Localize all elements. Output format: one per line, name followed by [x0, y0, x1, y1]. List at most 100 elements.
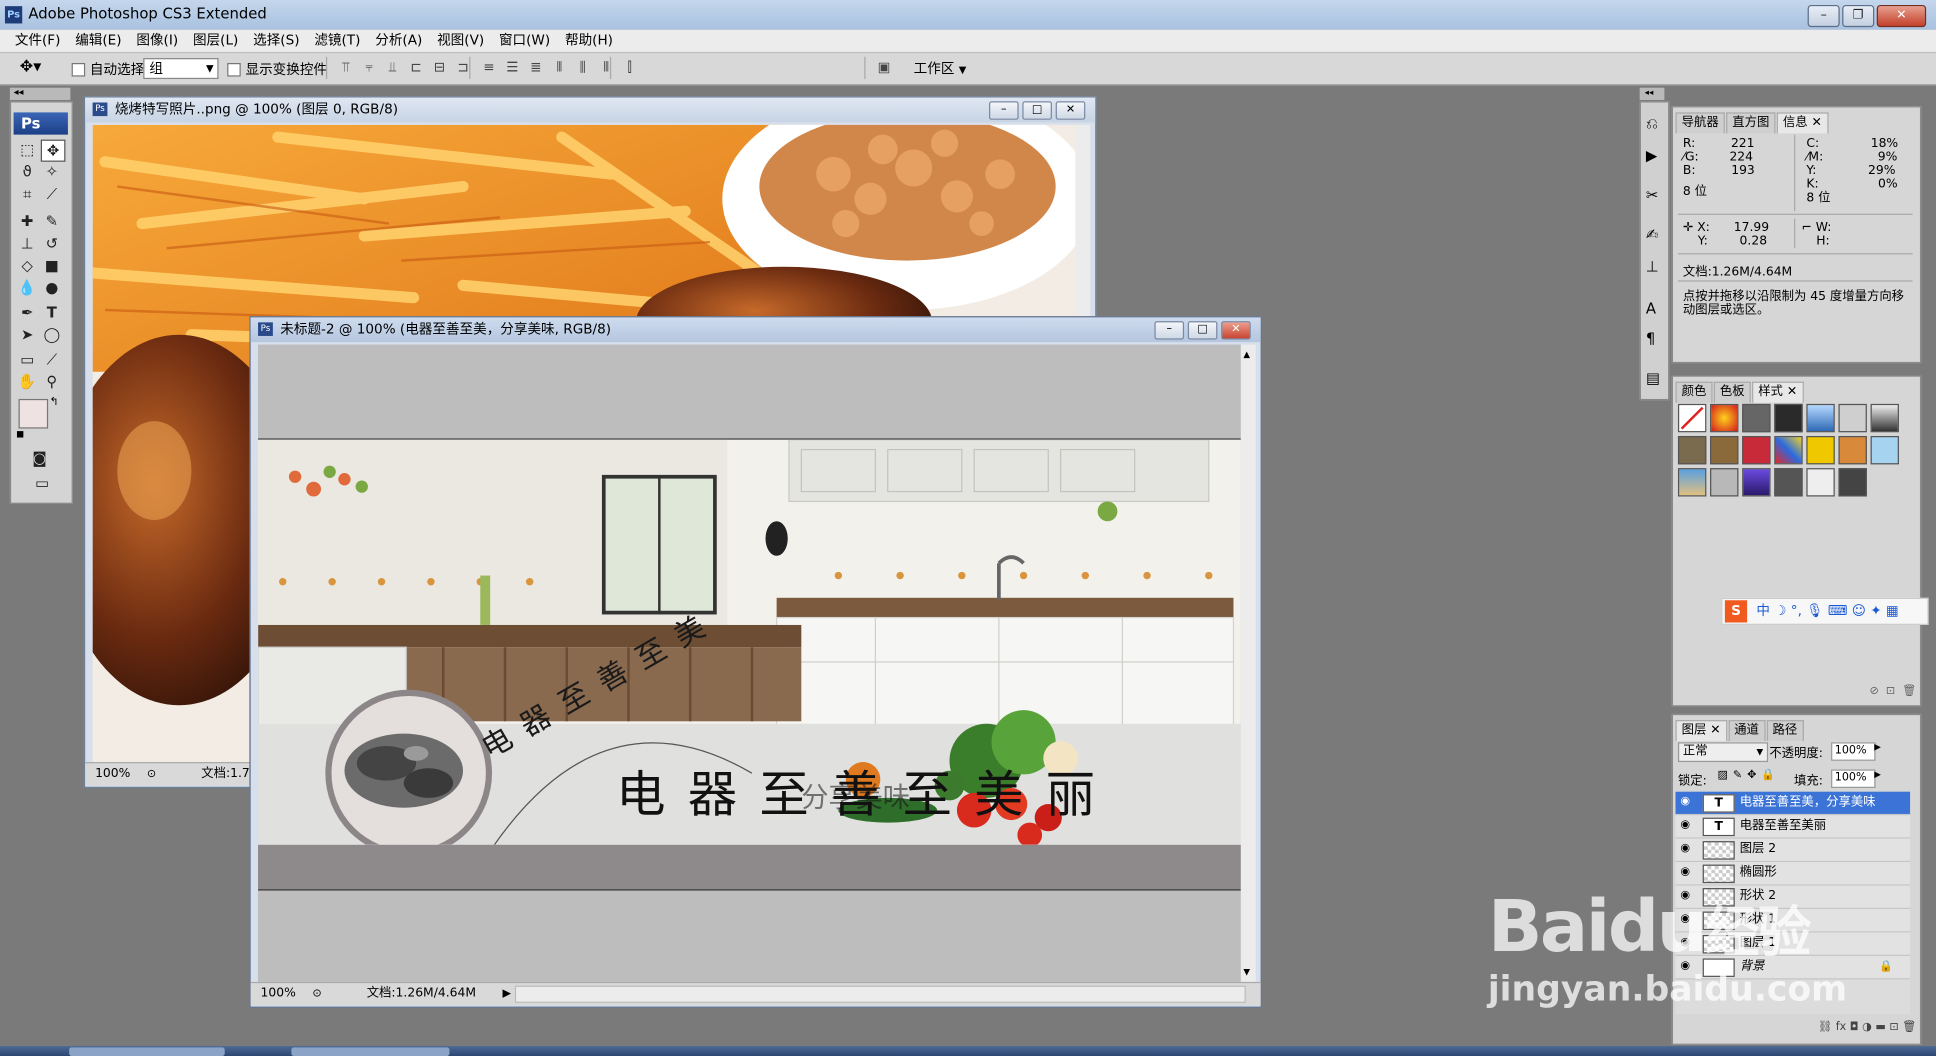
menu-file[interactable]: 文件(F)	[7, 30, 67, 52]
delete-layer-icon[interactable]: 🗑	[1902, 1021, 1916, 1033]
tab-info[interactable]: 信息 ✕	[1776, 112, 1829, 134]
skin-icon[interactable]: ✦	[1870, 603, 1881, 619]
style-swatch[interactable]	[1742, 435, 1771, 465]
doc2-vertical-scrollbar[interactable]: ▲ ▼	[1240, 344, 1256, 982]
menu-help[interactable]: 帮助(H)	[558, 30, 621, 52]
blend-mode-select[interactable]: 正常 ▼	[1677, 742, 1769, 763]
style-swatch[interactable]	[1710, 435, 1739, 465]
distribute-top-icon[interactable]: ≡	[479, 59, 499, 76]
tab-navigator[interactable]: 导航器	[1675, 112, 1725, 134]
ime-mode[interactable]: 中	[1756, 603, 1770, 619]
eye-icon[interactable]: ◉	[1680, 866, 1692, 877]
align-hcenter-icon[interactable]: ⊟	[430, 59, 450, 76]
doc2-horizontal-scrollbar[interactable]	[514, 985, 1246, 1003]
link-layers-icon[interactable]: ⛓	[1818, 1021, 1832, 1033]
shape-tool-icon[interactable]: ◯	[41, 325, 63, 345]
style-swatch[interactable]	[1774, 468, 1803, 497]
lock-image-icon[interactable]: ✎	[1733, 769, 1742, 781]
style-swatch[interactable]	[1870, 403, 1899, 433]
style-swatch[interactable]	[1838, 468, 1867, 497]
bridge-icon[interactable]: ▣	[874, 59, 894, 76]
tab-swatches[interactable]: 色板	[1713, 381, 1751, 403]
pen-tool-icon[interactable]: ✒	[16, 303, 38, 323]
style-swatch[interactable]	[1774, 435, 1803, 465]
doc1-close-button[interactable]: ✕	[1055, 101, 1086, 120]
style-swatch[interactable]	[1742, 468, 1771, 497]
tab-color[interactable]: 颜色	[1675, 381, 1713, 403]
workspace-button[interactable]: 工作区 ▼	[914, 58, 967, 78]
lock-all-icon[interactable]: 🔒	[1761, 769, 1775, 781]
style-swatch[interactable]	[1710, 403, 1739, 433]
align-left-icon[interactable]: ⊏	[406, 59, 426, 76]
layer-comps-icon[interactable]: ▤	[1646, 369, 1660, 386]
fill-slider-arrow-icon[interactable]: ▶	[1874, 769, 1881, 779]
scroll-down-icon[interactable]: ▼	[1243, 967, 1250, 977]
blur-tool-icon[interactable]: 💧	[16, 278, 38, 298]
style-swatch[interactable]	[1677, 468, 1707, 497]
dodge-tool-icon[interactable]: ●	[41, 278, 63, 298]
magic-wand-tool-icon[interactable]: ✧	[41, 162, 63, 182]
doc2-titlebar[interactable]: Ps 未标题-2 @ 100% (电器至善至美，分享美味, RGB/8) – □…	[250, 317, 1261, 343]
crop-tool-icon[interactable]: ⌗	[16, 184, 38, 204]
user-icon[interactable]: ☺	[1852, 603, 1866, 619]
new-layer-icon[interactable]: ⊡	[1889, 1021, 1898, 1033]
history-brush-icon[interactable]: ↺	[41, 233, 63, 253]
auto-select-checkbox[interactable]	[71, 62, 86, 77]
fill-input[interactable]: 100%	[1831, 769, 1876, 788]
menu-window[interactable]: 窗口(W)	[492, 30, 558, 52]
tab-styles[interactable]: 样式 ✕	[1752, 381, 1804, 403]
auto-select-dropdown[interactable]: 组 ▼	[143, 58, 219, 80]
restore-button[interactable]: ❐	[1842, 4, 1875, 28]
clone-stamp-icon[interactable]: ⊥	[16, 233, 38, 253]
gradient-tool-icon[interactable]: ■	[41, 256, 63, 276]
minimize-button[interactable]: –	[1807, 4, 1840, 28]
eye-icon[interactable]: ◉	[1680, 843, 1692, 854]
align-vcenter-icon[interactable]: ⫧	[359, 59, 379, 76]
move-tool-icon[interactable]: ✥	[40, 139, 66, 162]
ime-toolbar[interactable]: S 中 ☽ °, 🎙 ⌨ ☺ ✦ ▦	[1721, 597, 1929, 625]
document-window-2[interactable]: Ps 未标题-2 @ 100% (电器至善至美，分享美味, RGB/8) – □…	[249, 316, 1262, 1008]
moon-icon[interactable]: ☽	[1774, 603, 1786, 619]
style-swatch[interactable]	[1806, 468, 1835, 497]
slice-tool-icon[interactable]: ⟋	[41, 184, 63, 204]
new-style-icon[interactable]: ⊡	[1886, 685, 1895, 697]
menu-select[interactable]: 选择(S)	[246, 30, 307, 52]
eraser-tool-icon[interactable]: ◇	[16, 256, 38, 276]
history-panel-icon[interactable]: ⎌	[1646, 115, 1658, 134]
foreground-color-swatch[interactable]	[18, 398, 49, 429]
taskbar-item[interactable]	[291, 1047, 450, 1056]
show-transform-checkbox[interactable]	[227, 62, 241, 77]
style-swatch[interactable]	[1806, 403, 1835, 433]
doc2-close-button[interactable]: ✕	[1221, 321, 1251, 340]
eye-icon[interactable]: ◉	[1680, 796, 1692, 807]
tab-layers[interactable]: 图层 ✕	[1675, 720, 1727, 742]
align-top-icon[interactable]: ⫪	[336, 59, 356, 76]
brushes-panel-icon[interactable]: ✍	[1646, 226, 1658, 243]
doc2-canvas[interactable]: 电器至善至美 电器至善至美丽 分享美味	[258, 344, 1241, 982]
eye-icon[interactable]: ◉	[1680, 819, 1692, 830]
distribute-vcenter-icon[interactable]: ☰	[503, 59, 523, 76]
tool-presets-icon[interactable]: ✂	[1646, 187, 1658, 204]
adjustment-layer-icon[interactable]: ◑	[1862, 1021, 1872, 1033]
style-swatch[interactable]	[1870, 435, 1899, 465]
actions-panel-icon[interactable]: ▶	[1646, 147, 1657, 164]
lock-transparency-icon[interactable]: ▨	[1717, 769, 1728, 781]
swap-colors-icon[interactable]: ↰	[49, 396, 58, 408]
doc2-zoom[interactable]: 100%	[261, 986, 296, 1003]
menu-view[interactable]: 视图(V)	[430, 30, 492, 52]
clone-source-icon[interactable]: ⊥	[1646, 258, 1659, 275]
new-group-icon[interactable]: ▬	[1875, 1021, 1886, 1033]
hand-tool-icon[interactable]: ✋	[16, 372, 38, 392]
type-tool-icon[interactable]: T	[41, 303, 63, 323]
default-colors-icon[interactable]: ◼	[16, 429, 24, 440]
menu-edit[interactable]: 编辑(E)	[68, 30, 129, 52]
notes-tool-icon[interactable]: ▭	[16, 350, 38, 370]
tab-histogram[interactable]: 直方图	[1726, 112, 1776, 134]
clear-style-icon[interactable]: ⊘	[1869, 685, 1878, 697]
distribute-left-icon[interactable]: ⦀	[549, 59, 569, 76]
mic-icon[interactable]: 🎙	[1806, 603, 1823, 619]
move-tool-preset-icon[interactable]: ✥▾	[20, 58, 42, 77]
layer-style-icon[interactable]: fx	[1836, 1021, 1846, 1033]
close-button[interactable]: ✕	[1876, 4, 1927, 28]
collapse-icon[interactable]: ◂◂	[1645, 88, 1654, 98]
